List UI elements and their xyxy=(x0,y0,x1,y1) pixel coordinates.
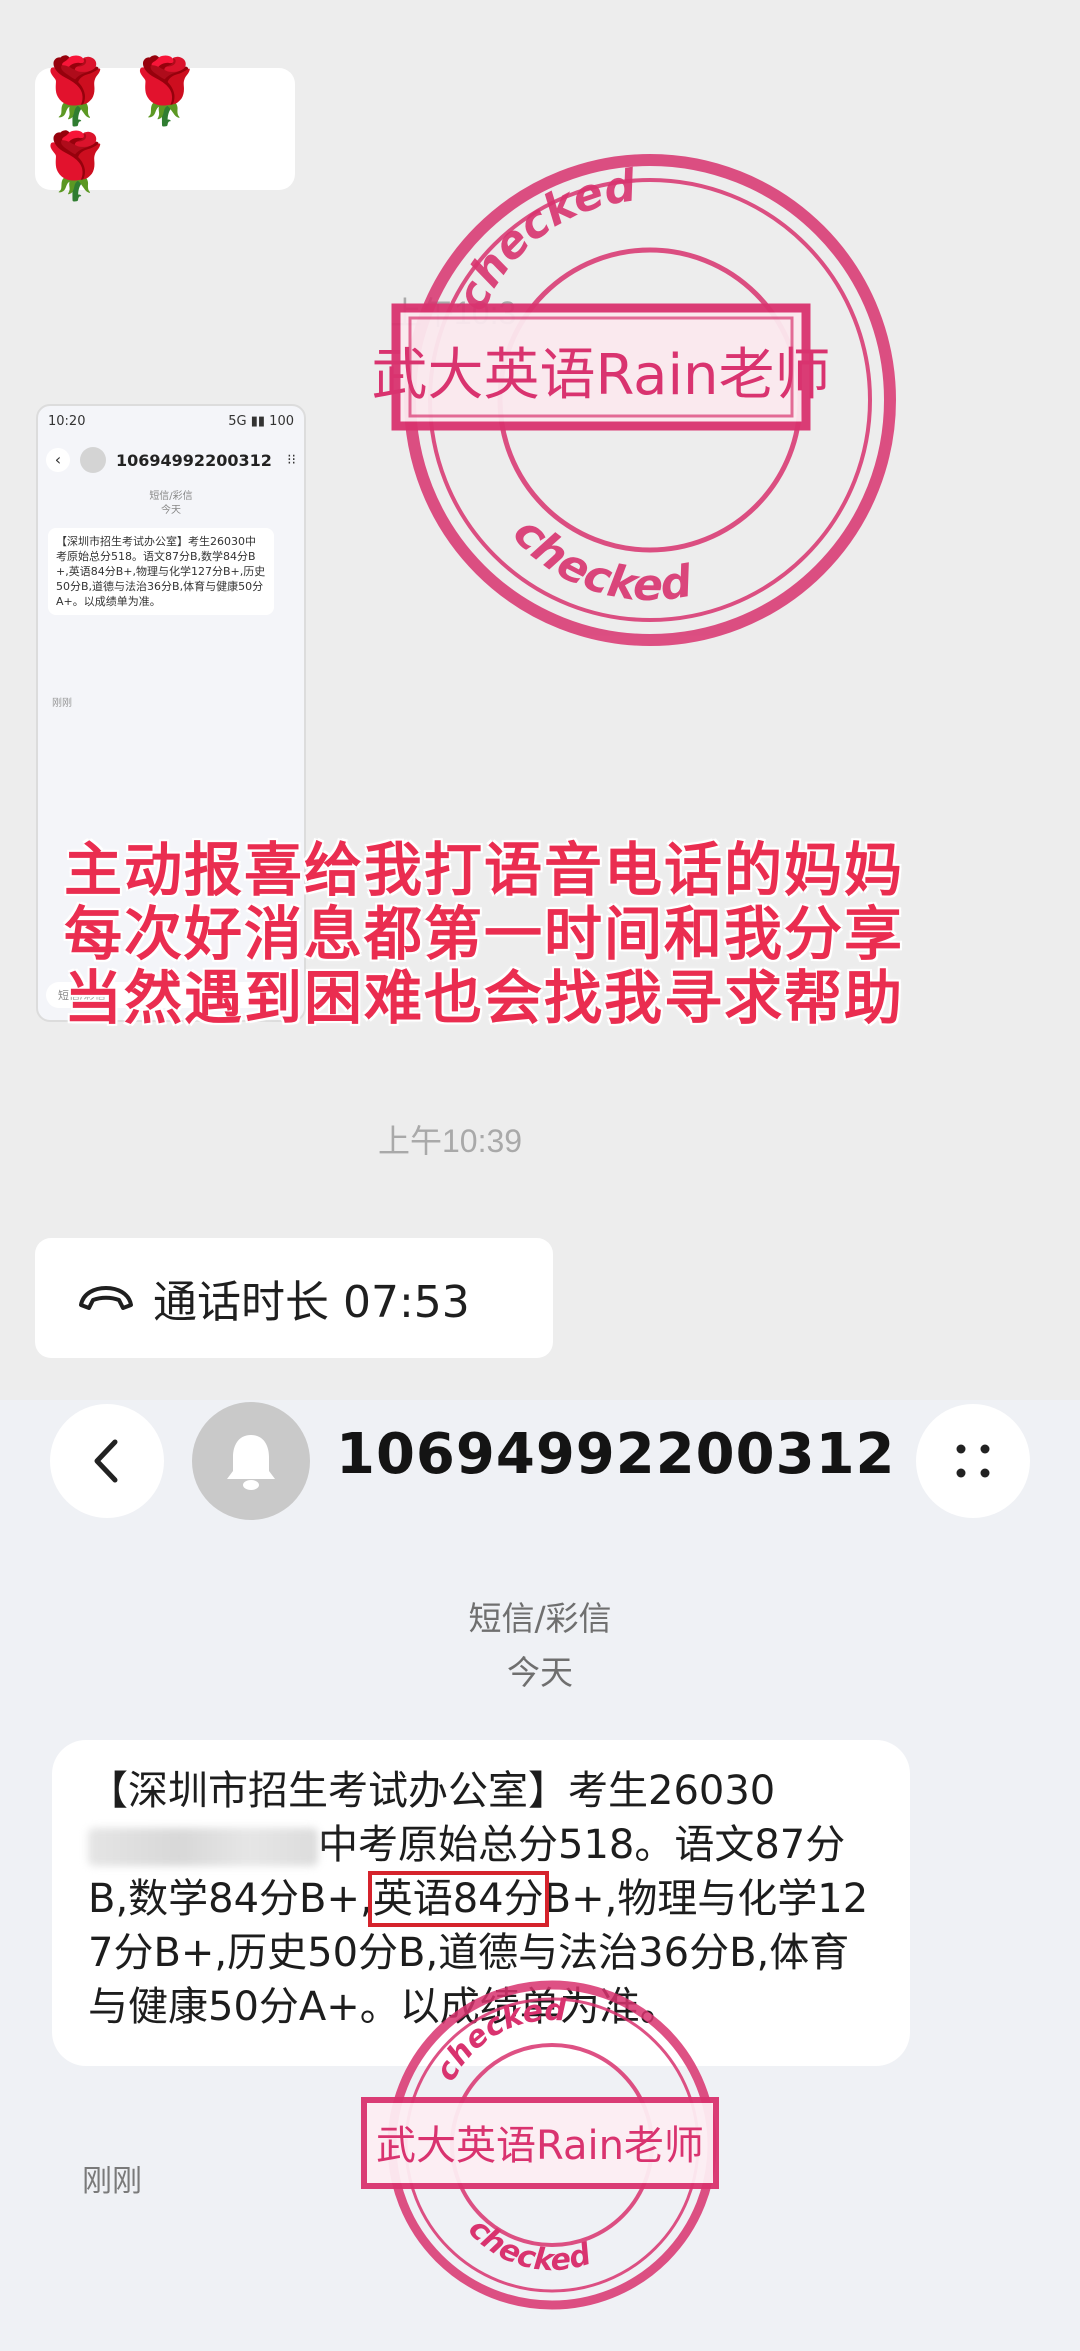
bell-icon xyxy=(227,1435,275,1490)
stamp-name: 武大英语Rain老师 xyxy=(371,343,830,408)
caption-line: 每次好消息都第一时间和我分享 xyxy=(64,900,905,968)
message-part: 中考原始总分518。语文87 xyxy=(318,1822,806,1868)
sms-type-label: 短信/彩信 xyxy=(468,1599,612,1638)
thumb-status-time: 10:20 xyxy=(48,414,86,429)
thumb-status-bar: 10:20 5G ▮▮ 100 xyxy=(48,414,294,429)
redacted-block xyxy=(88,1828,318,1866)
stamp-ring-text-bottom: checked xyxy=(503,507,696,611)
grid-dots-icon xyxy=(956,1444,990,1478)
sms-message-bubble[interactable]: 【深圳市招生考试办公室】考生26030中考原始总分518。语文87分B,数学84… xyxy=(52,1740,910,2066)
back-button[interactable] xyxy=(50,1404,164,1518)
thumb-subtitle: 短信/彩信 今天 xyxy=(38,490,304,518)
thumb-message: 【深圳市招生考试办公室】考生26030中考原始总分518。语文87分B,数学84… xyxy=(48,528,274,615)
roses-emoji: 🌹🌹🌹 xyxy=(35,55,215,204)
message-part: 【深圳市招生考试办公室】考生26030 xyxy=(88,1768,776,1814)
thumb-header: ‹ 10694992200312 ⁝⁝ xyxy=(46,440,296,480)
stamp-name: 武大英语Rain老师 xyxy=(376,2123,704,2169)
stamp-ring-text-bottom: checked xyxy=(461,2212,595,2279)
thumb-sms-day: 今天 xyxy=(161,505,181,516)
sms-day-label: 今天 xyxy=(507,1653,573,1692)
thumb-more-icon: ⁝⁝ xyxy=(287,452,296,468)
phone-hangup-icon xyxy=(79,1286,133,1310)
timestamp: 上午10:3 xyxy=(390,295,517,331)
caption-line: 主动报喜给我打语音电话的妈妈 xyxy=(64,836,905,904)
call-duration-label: 通话时长 07:53 xyxy=(153,1277,470,1328)
more-options-button[interactable] xyxy=(916,1404,1030,1518)
thumb-avatar xyxy=(80,447,106,473)
caption-line: 当然遇到困难也会找我寻求帮助 xyxy=(64,964,905,1032)
watermark-stamp: checked checked 武大英语Rain老师 xyxy=(371,154,896,646)
thumb-back-icon: ‹ xyxy=(46,448,70,472)
sender-number: 10694992200312 xyxy=(336,1422,896,1487)
thumb-sms-type: 短信/彩信 xyxy=(149,491,193,502)
caption-overlay: 主动报喜给我打语音电话的妈妈 每次好消息都第一时间和我分享 当然遇到困难也会找我… xyxy=(64,838,1024,1030)
timestamp: 上午10:39 xyxy=(378,1123,523,1159)
message-time: 刚刚 xyxy=(82,2164,142,2199)
call-record-bubble[interactable]: 通话时长 07:53 xyxy=(35,1238,553,1358)
sms-message-text: 【深圳市招生考试办公室】考生26030中考原始总分518。语文87分B,数学84… xyxy=(88,1764,874,2034)
sms-screenshot: 10694992200312 短信/彩信 今天 【深圳市招生考试办公室】考生26… xyxy=(0,1400,1080,2351)
chevron-left-icon xyxy=(94,1439,118,1483)
avatar[interactable] xyxy=(192,1402,310,1520)
thumb-status-icons: 5G ▮▮ 100 xyxy=(228,414,294,429)
thumb-just-now: 刚刚 xyxy=(52,698,72,709)
svg-text:checked: checked xyxy=(503,507,696,611)
highlighted-score: 英语84分 xyxy=(367,1871,549,1927)
svg-text:checked: checked xyxy=(461,2212,595,2279)
chat-screenshot: 🌹🌹🌹 上午10:3 10:20 5G ▮▮ 100 ‹ 10694992200… xyxy=(0,0,1080,1400)
roses-message-bubble[interactable]: 🌹🌹🌹 xyxy=(35,55,295,204)
thumb-sender-number: 10694992200312 xyxy=(116,450,272,470)
